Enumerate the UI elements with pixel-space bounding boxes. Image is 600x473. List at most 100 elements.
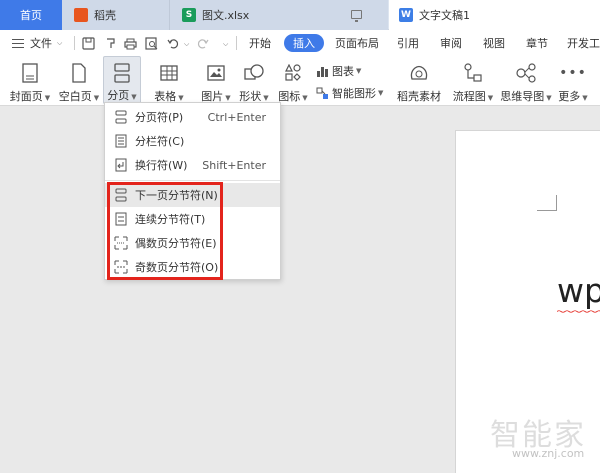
page-break-dropdown: 分页符(P) Ctrl+Enter 分栏符(C) 换行符(W) Shift+En… — [104, 102, 281, 280]
icon-button[interactable]: 图标 ▼ — [276, 56, 310, 104]
icon-label: 图标 — [278, 90, 301, 103]
menu-item-label: 换行符(W) — [135, 159, 188, 172]
undo-icon[interactable] — [167, 37, 180, 50]
menu-item-label: 下一页分节符(N) — [135, 189, 218, 202]
document-text[interactable]: wp — [557, 274, 600, 307]
menu-item-line-break[interactable]: 换行符(W) Shift+Enter — [105, 153, 280, 177]
mindmap-button[interactable]: 思维导图 ▼ — [500, 56, 552, 104]
page-break-label: 分页 — [107, 89, 130, 102]
menu-review[interactable]: 审阅 — [440, 30, 462, 56]
page-break-icon — [115, 110, 127, 124]
blank-page-button[interactable]: 空白页 ▼ — [58, 56, 100, 104]
page-break-button[interactable]: 分页 ▼ — [103, 56, 141, 104]
hamburger-menu-icon[interactable] — [12, 39, 24, 48]
menu-item-continuous-section-break[interactable]: 连续分节符(T) — [105, 207, 280, 231]
doke-material-icon — [408, 62, 430, 84]
menu-file[interactable]: 文件 ⌵ — [30, 30, 62, 56]
line-break-icon — [115, 158, 127, 172]
doke-logo-icon — [74, 8, 88, 22]
divider — [236, 36, 237, 50]
menu-item-even-page-section-break[interactable]: 偶数页分节符(E) — [105, 231, 280, 255]
chevron-down-icon: ▼ — [44, 94, 51, 102]
menu-item-odd-page-section-break[interactable]: 奇数页分节符(O) — [105, 255, 280, 279]
undo-dropdown-icon[interactable]: ⌵ — [184, 40, 189, 49]
icon-library-icon — [282, 62, 304, 84]
picture-button[interactable]: 图片 ▼ — [199, 56, 233, 104]
redo-icon[interactable] — [196, 37, 209, 50]
divider — [105, 180, 280, 181]
table-button[interactable]: 表格 ▼ — [150, 56, 188, 104]
menu-item-label: 分栏符(C) — [135, 135, 185, 148]
more-label: 更多 — [558, 90, 581, 103]
shape-button[interactable]: 形状 ▼ — [236, 56, 272, 104]
tab-home-label: 首页 — [20, 9, 42, 22]
chevron-down-icon: ▼ — [302, 94, 308, 102]
page-break-icon — [111, 63, 133, 83]
menu-section[interactable]: 章节 — [526, 30, 548, 56]
spellcheck-underline — [557, 310, 600, 313]
doke-material-button[interactable]: 稻壳素材 — [395, 56, 443, 104]
menu-item-next-page-section-break[interactable]: 下一页分节符(N) — [105, 183, 280, 207]
chevron-down-icon: ▼ — [178, 94, 184, 102]
ribbon-insert: 封面页 ▼ 空白页 ▼ 分页 ▼ 表格 ▼ 图片 ▼ 形状 ▼ 图标 ▼ 图表 … — [0, 56, 600, 106]
tab-home[interactable]: 首页 — [0, 0, 62, 30]
next-page-section-icon — [115, 188, 127, 202]
blank-page-label: 空白页 — [58, 90, 92, 103]
spreadsheet-icon: S — [182, 8, 196, 22]
menu-item-label: 偶数页分节符(E) — [135, 237, 217, 250]
blank-page-icon — [68, 62, 90, 84]
chevron-down-icon: ▼ — [131, 93, 137, 101]
watermark-url: www.znj.com — [512, 447, 585, 460]
chart-button[interactable]: 图表 ▼ — [316, 62, 361, 80]
menu-item-label: 分页符(P) — [135, 111, 184, 124]
menu-page-layout[interactable]: 页面布局 — [335, 30, 379, 56]
chevron-down-icon: ▼ — [93, 94, 100, 102]
flowchart-icon — [462, 62, 484, 84]
cover-page-button[interactable]: 封面页 ▼ — [8, 56, 52, 104]
chevron-down-icon: ▼ — [582, 94, 588, 102]
flowchart-button[interactable]: 流程图 ▼ — [450, 56, 496, 104]
chevron-down-icon: ⌵ — [57, 38, 63, 47]
tab-active-document[interactable]: W 文字文稿1 — [389, 0, 600, 30]
menu-start[interactable]: 开始 — [249, 30, 271, 56]
smart-shape-button[interactable]: 智能图形 ▼ — [316, 84, 383, 102]
cover-page-icon — [19, 62, 41, 84]
even-page-section-icon — [114, 236, 128, 250]
menu-item-page-break[interactable]: 分页符(P) Ctrl+Enter — [105, 105, 280, 129]
format-painter-icon[interactable] — [104, 37, 117, 50]
monitor-icon[interactable] — [351, 10, 362, 22]
tab-xlsx[interactable]: S 图文.xlsx — [170, 0, 388, 30]
tab-active-document-label: 文字文稿1 — [419, 9, 470, 22]
customize-toolbar-icon[interactable]: ⌵ — [223, 40, 228, 49]
cover-page-label: 封面页 — [9, 90, 43, 103]
writer-icon: W — [399, 8, 413, 22]
menu-dev-tools[interactable]: 开发工 — [567, 30, 600, 56]
menu-bar: 文件 ⌵ ⌵ ⌵ 开始 插入 页面布局 引用 审阅 视图 章节 开发工 — [0, 30, 600, 56]
menu-item-column-break[interactable]: 分栏符(C) — [105, 129, 280, 153]
menu-insert[interactable]: 插入 — [284, 34, 324, 52]
print-icon[interactable] — [124, 37, 137, 50]
more-dots-icon: ••• — [559, 65, 587, 81]
smart-shape-icon — [316, 87, 328, 99]
mindmap-label: 思维导图 — [500, 90, 545, 103]
shortcut-label: Shift+Enter — [202, 158, 266, 172]
chevron-down-icon: ▼ — [225, 94, 231, 102]
menu-reference[interactable]: 引用 — [397, 30, 419, 56]
print-preview-icon[interactable] — [145, 37, 158, 50]
divider — [74, 36, 75, 50]
picture-icon — [205, 62, 227, 84]
chart-label: 图表 — [332, 65, 354, 78]
menu-item-label: 连续分节符(T) — [135, 213, 206, 226]
save-icon[interactable] — [82, 37, 95, 50]
tab-doke[interactable]: 稻壳 — [62, 0, 170, 30]
chevron-down-icon: ▼ — [356, 67, 362, 75]
margin-marker — [537, 195, 557, 211]
continuous-section-icon — [115, 212, 127, 226]
menu-view[interactable]: 视图 — [483, 30, 505, 56]
more-button[interactable]: ••• 更多 ▼ — [556, 56, 590, 104]
tab-xlsx-label: 图文.xlsx — [202, 9, 250, 22]
menu-item-label: 奇数页分节符(O) — [135, 261, 219, 274]
column-break-icon — [115, 134, 127, 148]
tab-doke-label: 稻壳 — [94, 9, 116, 22]
chevron-down-icon: ▼ — [263, 94, 269, 102]
